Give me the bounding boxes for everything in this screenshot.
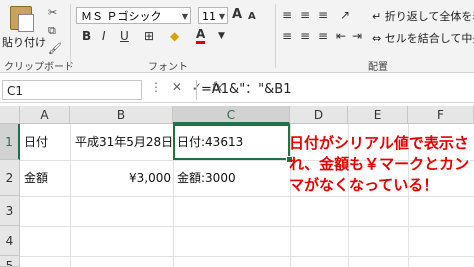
row-header-2[interactable]: 2 [0,160,20,196]
formula-bar: C1 ⋮ ✕ ✓ fx =A1&"："&B1 [0,78,474,103]
font-size-select[interactable]: 11 ▼ [198,7,228,24]
wrap-text-icon: ↵ [372,10,382,23]
active-cell-border [173,124,290,160]
border-icon[interactable]: ⊞ [144,28,154,44]
column-header-a[interactable]: A [20,106,70,124]
formula-input[interactable]: =A1&"："&B1 [196,80,472,100]
row-header-1[interactable]: 1 [0,124,20,160]
more-icon: ⋮ [150,80,162,94]
group-separator [275,4,276,68]
paper-icon [18,14,34,32]
paste-label: 貼り付け [2,36,46,49]
wrap-text-label: 折り返して全体を表示 [384,10,474,23]
column-header-d[interactable]: D [290,106,348,124]
annotation-text: 日付がシリアル値で表示され、金額も￥マークとカンマがなくなっている！ [289,134,470,194]
underline-button[interactable]: U [120,28,129,44]
cell-a1[interactable]: 日付 [24,134,48,150]
merge-center-label: セルを結合して中央揃 [384,32,474,45]
align-middle-icon[interactable]: ≡ [300,7,310,23]
align-left-icon[interactable]: ≡ [282,28,292,44]
font-name-value: ＭＳ Ｐゴシック [81,10,162,23]
spreadsheet-grid: A B C D E F 1 2 3 4 5 日付 平成31年5月28日 日付:4… [0,106,474,267]
orientation-icon[interactable]: ↗ [340,7,350,23]
decrease-indent-icon[interactable]: ⇤ [336,28,346,44]
bold-button[interactable]: B [82,28,91,44]
increase-indent-icon[interactable]: ⇥ [352,28,362,44]
italic-button[interactable]: I [102,28,106,44]
cell-b2[interactable]: ¥3,000 [75,170,171,186]
gridline [20,196,474,197]
row-header-5[interactable]: 5 [0,256,20,267]
cell-c2[interactable]: 金額:3000 [177,170,236,186]
row-header-3[interactable]: 3 [0,196,20,226]
font-color-button[interactable]: A [196,27,206,44]
merge-center-button[interactable]: ⇔ セルを結合して中央揃 [372,30,474,46]
font-group-label: フォント [148,62,188,73]
align-center-icon[interactable]: ≡ [300,28,310,44]
paste-button[interactable]: 貼り付け [2,4,46,54]
group-separator [70,4,71,68]
column-header-b[interactable]: B [70,106,173,124]
cut-icon[interactable]: ✂ [48,6,57,19]
name-box-value: C1 [7,84,24,98]
column-header-c[interactable]: C [173,106,290,124]
name-box[interactable]: C1 [2,80,142,100]
grow-font-button[interactable]: A [232,7,242,23]
column-header-f[interactable]: F [408,106,474,124]
font-size-value: 11 [202,10,216,23]
cell-a2[interactable]: 金額 [24,170,48,186]
format-painter-icon[interactable]: 🖌 [48,42,62,55]
cancel-icon[interactable]: ✕ [172,80,182,94]
shrink-font-button[interactable]: A [248,9,256,25]
align-top-icon[interactable]: ≡ [282,7,292,23]
font-dropdown-icon[interactable]: ▼ [218,28,225,44]
column-header-e[interactable]: E [348,106,408,124]
select-all-corner[interactable] [0,106,20,124]
chevron-down-icon: ▼ [181,12,188,21]
gridline [20,226,474,227]
clipboard-group-label: クリップボード [4,62,74,73]
fill-color-icon[interactable]: ◆ [170,28,179,44]
align-bottom-icon[interactable]: ≡ [318,7,328,23]
wrap-text-button[interactable]: ↵ 折り返して全体を表示 [372,8,474,24]
font-name-select[interactable]: ＭＳ Ｐゴシック ▼ [76,7,191,24]
alignment-group-label: 配置 [368,62,388,73]
gridline [20,256,474,257]
cell-b1[interactable]: 平成31年5月28日 [75,134,173,150]
row-header-4[interactable]: 4 [0,226,20,256]
align-right-icon[interactable]: ≡ [318,28,328,44]
copy-icon[interactable]: ⧉ [48,24,56,38]
merge-icon: ⇔ [372,32,382,45]
ribbon: 貼り付け ✂ ⧉ 🖌 クリップボード ＭＳ Ｐゴシック ▼ 11 ▼ A A B… [0,0,474,73]
chevron-down-icon: ▼ [218,12,225,21]
